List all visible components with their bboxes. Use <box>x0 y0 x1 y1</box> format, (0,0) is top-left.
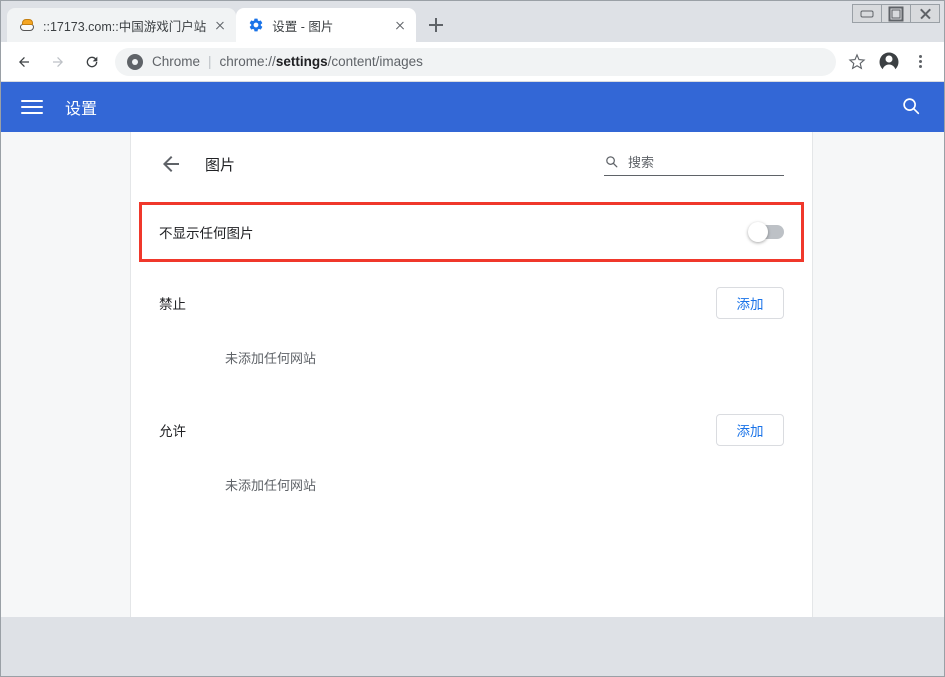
block-images-label: 不显示任何图片 <box>159 222 750 242</box>
block-section: 禁止 添加 未添加任何网站 <box>159 262 784 367</box>
tab-title: 设置 - 图片 <box>272 16 386 35</box>
search-icon <box>900 95 922 117</box>
browser-tab-1[interactable]: ::17173.com::中国游戏门户站 <box>7 8 236 42</box>
close-window-button[interactable] <box>910 4 940 23</box>
bookmark-button[interactable] <box>842 47 872 77</box>
star-icon <box>849 53 866 70</box>
car-favicon <box>19 17 35 33</box>
reload-icon <box>84 54 100 70</box>
chrome-logo-icon <box>127 54 143 70</box>
browser-window: ::17173.com::中国游戏门户站 设置 - 图片 <box>0 0 945 677</box>
left-gutter <box>1 132 131 617</box>
forward-button[interactable] <box>43 47 73 77</box>
url-suffix: /content/images <box>328 54 423 69</box>
search-input-placeholder: 搜索 <box>628 152 654 171</box>
omnibox-separator: | <box>208 54 212 69</box>
tab-close-icon[interactable] <box>390 15 410 35</box>
maximize-button[interactable] <box>881 4 911 23</box>
window-controls <box>853 4 940 23</box>
right-gutter <box>813 132 944 617</box>
highlight-annotation: 不显示任何图片 <box>139 202 804 262</box>
arrow-left-icon <box>159 152 183 176</box>
tab-close-icon[interactable] <box>210 15 230 35</box>
header-search-button[interactable] <box>900 95 924 119</box>
settings-body: 图片 搜索 不显示任何图片 <box>1 132 944 617</box>
omnibox-chip-label: Chrome <box>152 54 200 69</box>
settings-search-box[interactable]: 搜索 <box>604 152 784 176</box>
settings-title: 设置 <box>65 95 900 119</box>
gear-favicon <box>248 17 264 33</box>
tab-title: ::17173.com::中国游戏门户站 <box>43 16 206 35</box>
page-back-button[interactable] <box>159 152 183 176</box>
settings-header: 设置 <box>1 82 944 132</box>
arrow-left-icon <box>17 54 32 69</box>
page-title: 图片 <box>205 154 604 175</box>
block-add-button[interactable]: 添加 <box>716 287 784 319</box>
allow-section-header: 允许 添加 <box>159 407 784 453</box>
block-images-toggle[interactable] <box>750 225 784 239</box>
hamburger-menu-icon[interactable] <box>21 96 43 118</box>
reload-button[interactable] <box>77 47 107 77</box>
block-empty-text: 未添加任何网站 <box>159 326 784 367</box>
maximize-icon <box>889 6 904 21</box>
more-vert-icon <box>919 53 923 71</box>
toggle-knob <box>748 222 768 242</box>
allow-add-button[interactable]: 添加 <box>716 414 784 446</box>
browser-toolbar: Chrome | chrome://settings/content/image… <box>1 42 944 82</box>
page-header: 图片 搜索 <box>159 132 784 190</box>
allow-empty-text: 未添加任何网站 <box>159 453 784 494</box>
new-tab-button[interactable] <box>422 11 450 39</box>
avatar-icon <box>880 52 899 71</box>
tab-strip: ::17173.com::中国游戏门户站 设置 - 图片 <box>1 1 944 42</box>
browser-menu-button[interactable] <box>906 47 936 77</box>
search-icon <box>604 154 619 169</box>
section-spacer <box>159 367 784 389</box>
address-bar[interactable]: Chrome | chrome://settings/content/image… <box>115 48 836 76</box>
block-section-title: 禁止 <box>159 293 716 313</box>
minimize-icon <box>861 10 874 17</box>
block-section-header: 禁止 添加 <box>159 280 784 326</box>
allow-section: 允许 添加 未添加任何网站 <box>159 389 784 494</box>
omnibox-url: chrome://settings/content/images <box>220 54 423 69</box>
profile-button[interactable] <box>874 47 904 77</box>
minimize-button[interactable] <box>852 4 882 23</box>
close-icon <box>919 8 931 20</box>
allow-section-title: 允许 <box>159 420 716 440</box>
block-images-row[interactable]: 不显示任何图片 <box>142 205 801 259</box>
url-emphasis: settings <box>276 54 328 69</box>
arrow-right-icon <box>51 54 66 69</box>
url-prefix: chrome:// <box>220 54 276 69</box>
browser-tab-2[interactable]: 设置 - 图片 <box>236 8 416 42</box>
back-button[interactable] <box>9 47 39 77</box>
settings-card: 图片 搜索 不显示任何图片 <box>131 132 813 617</box>
